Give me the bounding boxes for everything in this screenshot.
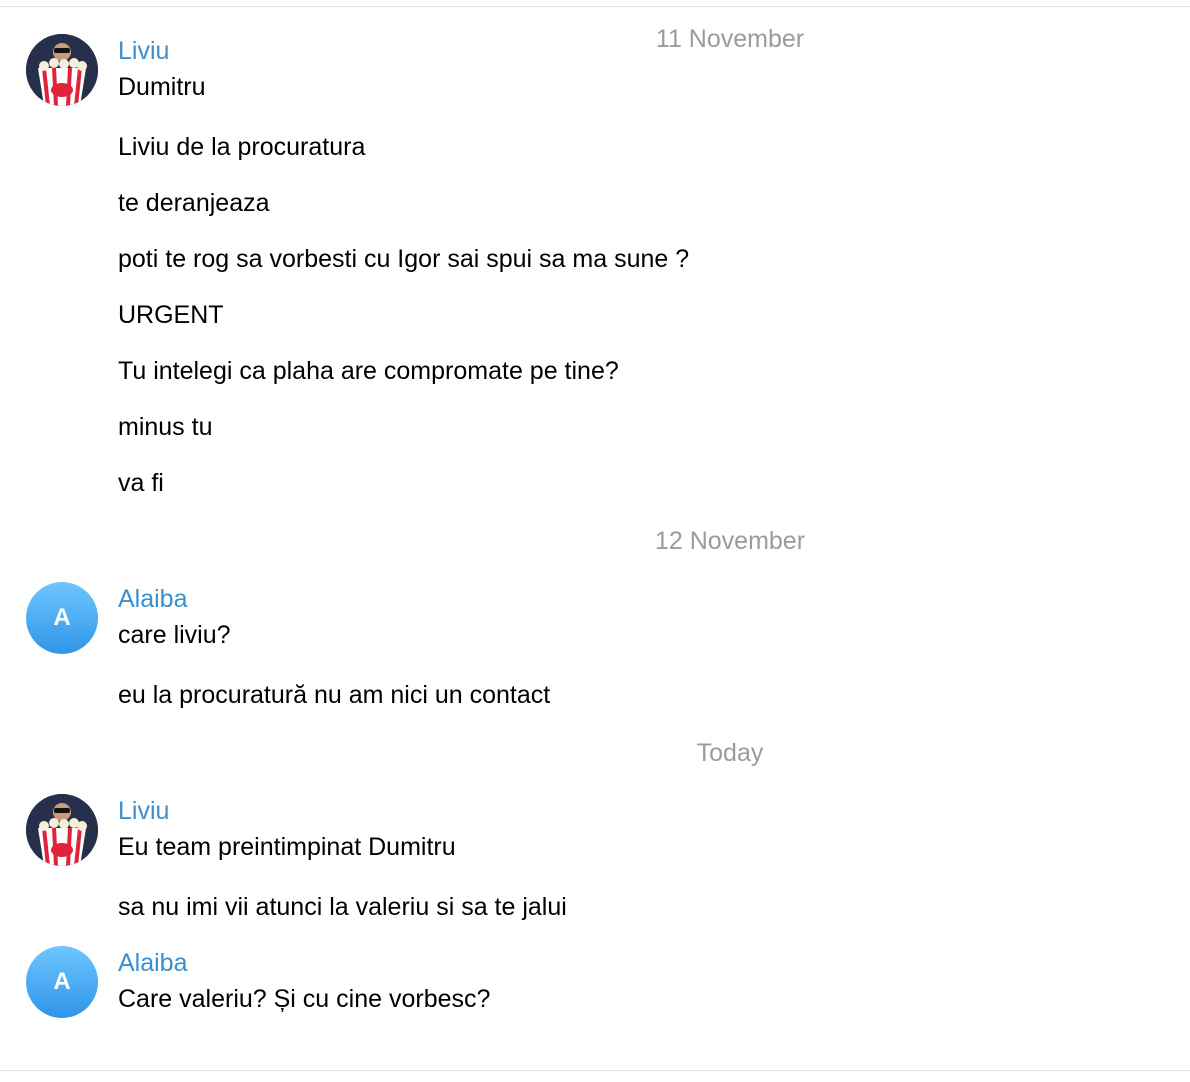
popcorn-avatar-icon: [26, 34, 98, 106]
message-text: Tu intelegi ca plaha are compromate pe t…: [118, 357, 619, 385]
message-text: Dumitru: [118, 73, 206, 101]
sender-name[interactable]: Liviu: [118, 796, 169, 826]
message-text: Liviu de la procuratura: [118, 133, 366, 161]
date-separator: Today: [696, 739, 764, 767]
message-text: te deranjeaza: [118, 189, 270, 217]
message-text: URGENT: [118, 301, 224, 329]
top-divider: [0, 6, 1190, 7]
message-text: care liviu?: [118, 621, 231, 649]
sender-name[interactable]: Alaiba: [118, 584, 188, 614]
sender-avatar-liviu[interactable]: [26, 34, 98, 106]
date-separator: 12 November: [654, 527, 806, 555]
message-text: Eu team preintimpinat Dumitru: [118, 833, 456, 861]
message-text: sa nu imi vii atunci la valeriu si sa te…: [118, 893, 567, 921]
popcorn-avatar-icon: [26, 794, 98, 866]
sender-avatar-alaiba[interactable]: A: [26, 946, 98, 1018]
sender-avatar-alaiba[interactable]: A: [26, 582, 98, 654]
message-text: eu la procuratură nu am nici un contact: [118, 681, 551, 709]
message-text: poti te rog sa vorbesti cu Igor sai spui…: [118, 245, 690, 273]
date-separator: 11 November: [655, 25, 805, 53]
sender-name[interactable]: Liviu: [118, 36, 169, 66]
bottom-divider: [0, 1070, 1190, 1071]
message-text: minus tu: [118, 413, 213, 441]
message-text: Care valeriu? Și cu cine vorbesc?: [118, 985, 491, 1013]
sender-name[interactable]: Alaiba: [118, 948, 188, 978]
message-text: va fi: [118, 469, 164, 497]
sender-avatar-liviu[interactable]: [26, 794, 98, 866]
